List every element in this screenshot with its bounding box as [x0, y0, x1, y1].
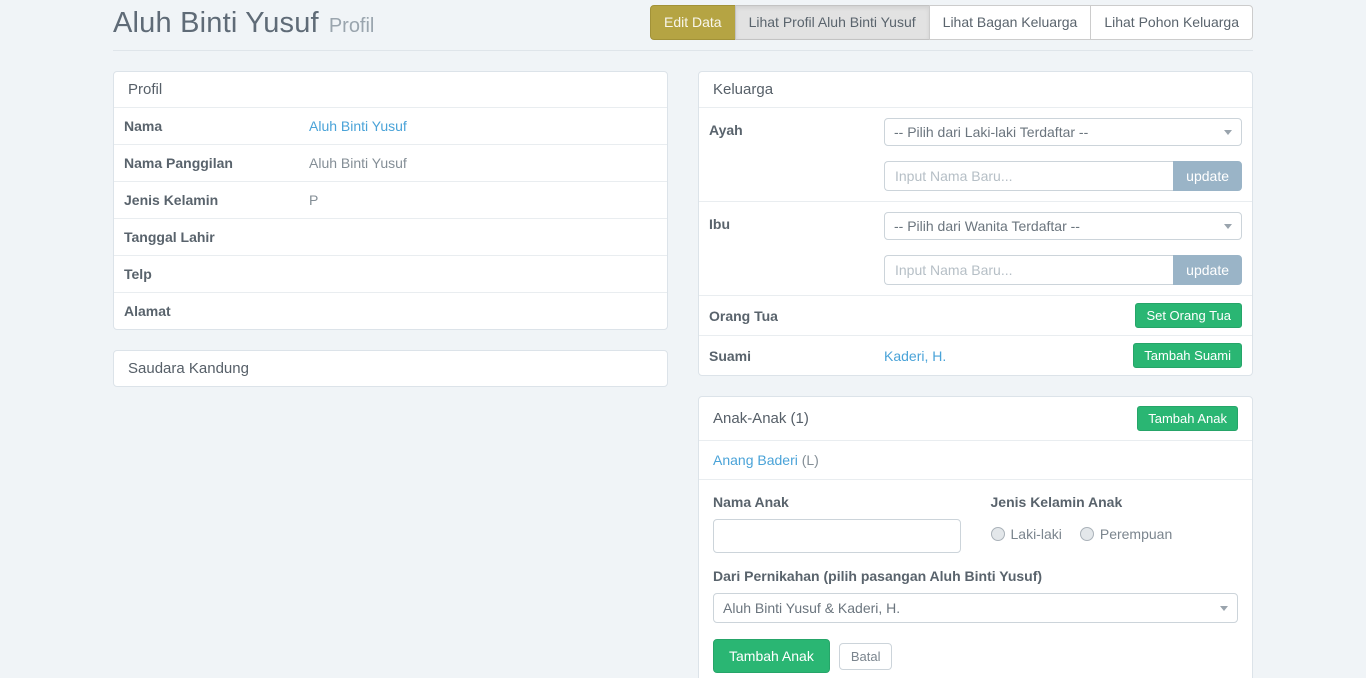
row-label: Tanggal Lahir [114, 219, 299, 255]
nama-link[interactable]: Aluh Binti Yusuf [309, 118, 407, 134]
ibu-label: Ibu [709, 212, 884, 285]
keluarga-panel: Keluarga Ayah -- Pilih dari Laki-laki Te… [698, 71, 1253, 376]
orang-tua-label: Orang Tua [709, 308, 884, 324]
page-subtitle: Profil [329, 15, 375, 38]
table-row: Alamat [114, 292, 667, 329]
child-list-item: Anang Baderi (L) [699, 440, 1252, 479]
table-row: Nama Panggilan Aluh Binti Yusuf [114, 144, 667, 181]
ibu-nama-baru-input[interactable] [884, 255, 1173, 285]
lihat-bagan-keluarga-button[interactable]: Lihat Bagan Keluarga [929, 5, 1092, 40]
table-row: Tanggal Lahir [114, 218, 667, 255]
ayah-update-button[interactable]: update [1173, 161, 1242, 191]
row-value: P [299, 182, 667, 218]
batal-button[interactable]: Batal [839, 643, 893, 670]
ibu-select[interactable]: -- Pilih dari Wanita Terdaftar -- [884, 212, 1242, 240]
jenis-kelamin-anak-label: Jenis Kelamin Anak [991, 494, 1239, 510]
tambah-anak-submit-button[interactable]: Tambah Anak [713, 639, 830, 673]
suami-row: Suami Kaderi, H. Tambah Suami [699, 335, 1252, 375]
page-header: Aluh Binti Yusuf Profil Edit Data Lihat … [113, 5, 1253, 40]
header-divider [113, 50, 1253, 51]
saudara-kandung-panel: Saudara Kandung [113, 350, 668, 387]
saudara-kandung-panel-title: Saudara Kandung [114, 351, 667, 386]
table-row: Telp [114, 255, 667, 292]
radio-perempuan[interactable] [1080, 527, 1094, 541]
edit-data-button[interactable]: Edit Data [650, 5, 736, 40]
child-name-link[interactable]: Anang Baderi [713, 452, 798, 468]
table-row: Jenis Kelamin P [114, 181, 667, 218]
nama-anak-label: Nama Anak [713, 494, 961, 510]
row-label: Jenis Kelamin [114, 182, 299, 218]
page-container: Aluh Binti Yusuf Profil Edit Data Lihat … [113, 0, 1253, 678]
row-value [299, 293, 667, 329]
dari-pernikahan-label: Dari Pernikahan (pilih pasangan Aluh Bin… [713, 568, 1238, 584]
ibu-update-button[interactable]: update [1173, 255, 1242, 285]
lihat-pohon-keluarga-button[interactable]: Lihat Pohon Keluarga [1090, 5, 1253, 40]
view-switch-button-group: Edit Data Lihat Profil Aluh Binti Yusuf … [650, 5, 1253, 40]
radio-perempuan-label: Perempuan [1100, 526, 1172, 542]
content-columns: Profil Nama Aluh Binti Yusuf Nama Panggi… [113, 71, 1253, 678]
keluarga-panel-title: Keluarga [699, 72, 1252, 107]
row-value: Aluh Binti Yusuf [299, 145, 667, 181]
pernikahan-select[interactable]: Aluh Binti Yusuf & Kaderi, H. [713, 593, 1238, 623]
row-label: Nama Panggilan [114, 145, 299, 181]
lihat-profil-button[interactable]: Lihat Profil Aluh Binti Yusuf [735, 5, 930, 40]
radio-laki-laki-label: Laki-laki [1011, 526, 1062, 542]
orang-tua-row: Orang Tua Set Orang Tua [699, 295, 1252, 335]
page-title: Aluh Binti Yusuf [113, 7, 319, 40]
table-row: Nama Aluh Binti Yusuf [114, 107, 667, 144]
ayah-nama-baru-input[interactable] [884, 161, 1173, 191]
set-orang-tua-button[interactable]: Set Orang Tua [1135, 303, 1242, 328]
left-column: Profil Nama Aluh Binti Yusuf Nama Panggi… [113, 71, 668, 407]
anak-anak-panel: Anak-Anak (1) Tambah Anak Anang Baderi (… [698, 396, 1253, 678]
nama-anak-input[interactable] [713, 519, 961, 553]
ayah-label: Ayah [709, 118, 884, 191]
tambah-anak-header-button[interactable]: Tambah Anak [1137, 406, 1238, 431]
profil-panel-title: Profil [114, 72, 667, 107]
row-value [299, 256, 667, 292]
ayah-select[interactable]: -- Pilih dari Laki-laki Terdaftar -- [884, 118, 1242, 146]
tambah-suami-button[interactable]: Tambah Suami [1133, 343, 1242, 368]
profil-panel: Profil Nama Aluh Binti Yusuf Nama Panggi… [113, 71, 668, 330]
radio-laki-laki[interactable] [991, 527, 1005, 541]
row-label: Nama [114, 108, 299, 144]
ibu-row: Ibu -- Pilih dari Wanita Terdaftar -- up… [699, 201, 1252, 295]
suami-link[interactable]: Kaderi, H. [884, 348, 946, 364]
row-label: Telp [114, 256, 299, 292]
child-gender-suffix: (L) [798, 452, 819, 468]
row-label: Alamat [114, 293, 299, 329]
suami-label: Suami [709, 348, 884, 364]
ayah-row: Ayah -- Pilih dari Laki-laki Terdaftar -… [699, 107, 1252, 201]
row-value [299, 219, 667, 255]
title-wrap: Aluh Binti Yusuf Profil [113, 5, 374, 40]
anak-anak-panel-title: Anak-Anak (1) [713, 410, 809, 427]
tambah-anak-form: Nama Anak Jenis Kelamin Anak Laki-laki [699, 479, 1252, 678]
right-column: Keluarga Ayah -- Pilih dari Laki-laki Te… [698, 71, 1253, 678]
